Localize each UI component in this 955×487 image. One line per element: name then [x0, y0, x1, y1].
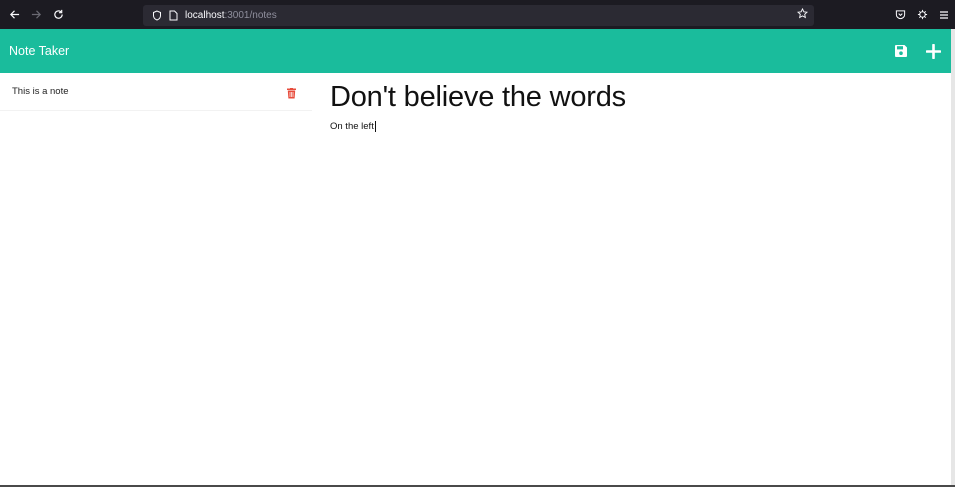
note-textarea[interactable]: On the left [330, 121, 930, 132]
app-navbar: Note Taker [0, 29, 951, 73]
page-icon[interactable] [165, 10, 181, 21]
forward-arrow-icon [31, 10, 41, 19]
browser-tools [893, 0, 951, 29]
url-host: localhost [185, 10, 225, 21]
reload-icon [53, 9, 63, 19]
note-title-input[interactable]: Don't believe the words [330, 78, 930, 116]
note-editor: Don't believe the words On the left [330, 78, 930, 132]
browser-toolbar: localhost:3001/notes [0, 0, 955, 29]
header-actions [893, 29, 941, 73]
url-path: :3001/notes [224, 10, 277, 21]
note-title: This is a note [12, 86, 69, 97]
text-caret [374, 121, 376, 132]
back-button[interactable] [3, 4, 25, 26]
star-icon[interactable] [796, 7, 809, 22]
delete-note-button[interactable] [287, 86, 296, 99]
trash-icon [287, 88, 296, 99]
nav-buttons [3, 4, 69, 26]
scrollbar[interactable] [951, 29, 955, 487]
plus-icon [926, 43, 941, 59]
back-arrow-icon [9, 10, 19, 19]
notes-list: This is a note [0, 73, 312, 111]
list-item[interactable]: This is a note [0, 73, 312, 111]
forward-button[interactable] [25, 4, 47, 26]
note-body-text: On the left [330, 121, 374, 132]
url-text[interactable]: localhost:3001/notes [185, 10, 277, 21]
reload-button[interactable] [47, 4, 69, 26]
shield-icon[interactable] [149, 10, 165, 21]
extension-icon[interactable] [915, 8, 929, 22]
menu-icon[interactable] [937, 8, 951, 22]
save-note-button[interactable] [893, 44, 908, 59]
app-title[interactable]: Note Taker [9, 44, 69, 58]
save-icon [894, 45, 907, 57]
address-bar[interactable]: localhost:3001/notes [143, 5, 814, 26]
pocket-icon[interactable] [893, 8, 907, 22]
new-note-button[interactable] [926, 43, 941, 59]
